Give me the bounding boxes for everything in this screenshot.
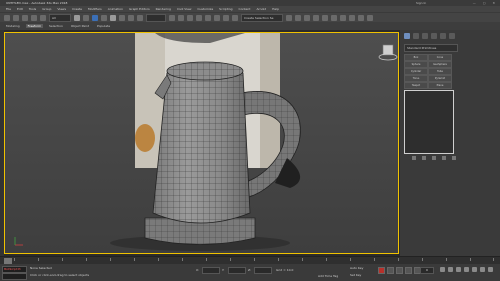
maxscript-listener[interactable]: MAXScript Mi — [2, 266, 27, 273]
material-editor-icon[interactable] — [340, 14, 346, 21]
placement-icon[interactable] — [137, 14, 143, 21]
create-tube-button[interactable]: Tube — [428, 68, 452, 75]
snaps-toggle-icon[interactable] — [196, 14, 202, 21]
maxscript-output[interactable] — [2, 273, 27, 280]
move-icon[interactable] — [110, 14, 116, 21]
create-plane-button[interactable]: Plane — [428, 82, 452, 89]
x-coordinate-field[interactable] — [202, 267, 220, 274]
create-pyramid-button[interactable]: Pyramid — [428, 75, 452, 82]
orbit-icon[interactable] — [480, 267, 485, 272]
panel-preview-area[interactable] — [404, 90, 454, 154]
maximize-viewport-icon[interactable] — [488, 267, 493, 272]
reference-coordinate-dropdown[interactable] — [146, 13, 166, 22]
x-label: X: — [196, 268, 200, 272]
create-geosphere-button[interactable]: GeoSphere — [428, 61, 452, 68]
curve-editor-icon[interactable] — [322, 14, 328, 21]
z-coordinate-field[interactable] — [254, 267, 272, 274]
modify-tab-icon[interactable] — [413, 33, 419, 39]
current-frame-field[interactable]: 0 — [420, 267, 434, 274]
add-time-tag-button[interactable]: Add Time Tag — [318, 274, 338, 278]
previous-frame-icon[interactable] — [396, 267, 403, 274]
angle-snap-icon[interactable] — [205, 14, 211, 21]
set-key-button[interactable]: Set Key — [350, 273, 361, 277]
redo-icon[interactable] — [13, 14, 19, 21]
auto-key-button[interactable]: Auto Key — [350, 266, 363, 270]
ribbon-toggle-icon[interactable] — [313, 14, 319, 21]
tab-freeform[interactable]: Freeform — [25, 24, 44, 28]
go-to-start-icon[interactable] — [387, 267, 394, 274]
spinner-snap-icon[interactable] — [223, 14, 229, 21]
select-by-name-icon[interactable] — [83, 14, 89, 21]
play-icon[interactable] — [405, 267, 412, 274]
object-type-dropdown[interactable]: Standard Primitives — [404, 44, 458, 52]
pin-stack-icon[interactable] — [412, 156, 416, 160]
y-label: Y: — [222, 268, 225, 272]
selection-filter-dropdown[interactable]: All — [49, 13, 71, 22]
zoom-extents-icon[interactable] — [456, 267, 461, 272]
zoom-icon[interactable] — [440, 267, 445, 272]
zoom-all-icon[interactable] — [448, 267, 453, 272]
make-unique-icon[interactable] — [432, 156, 436, 160]
show-end-result-icon[interactable] — [422, 156, 426, 160]
create-cone-button[interactable]: Cone — [428, 54, 452, 61]
schematic-view-icon[interactable] — [331, 14, 337, 21]
mirror-icon[interactable] — [286, 14, 292, 21]
grid-readout: Grid = 10.0 — [276, 268, 294, 272]
pivot-icon[interactable] — [169, 14, 175, 21]
y-coordinate-field[interactable] — [228, 267, 246, 274]
tab-modeling[interactable]: Modeling — [4, 24, 22, 28]
command-panel: Standard Primitives Box Cone Sphere GeoS… — [400, 30, 500, 256]
render-production-icon[interactable] — [367, 14, 373, 21]
remove-modifier-icon[interactable] — [442, 156, 446, 160]
scale-icon[interactable] — [128, 14, 134, 21]
z-label: Z: — [248, 268, 252, 272]
edit-named-selection-icon[interactable] — [232, 14, 238, 21]
rotate-icon[interactable] — [119, 14, 125, 21]
set-key-icon[interactable] — [378, 267, 385, 274]
bind-icon[interactable] — [40, 14, 46, 21]
utilities-tab-icon[interactable] — [449, 33, 455, 39]
status-bar: MAXScript Mi None Selected Click or clic… — [0, 264, 500, 281]
unlink-icon[interactable] — [31, 14, 37, 21]
pan-icon[interactable] — [472, 267, 477, 272]
ribbon-tabs: Modeling Freeform Selection Object Paint… — [0, 22, 500, 30]
tab-object-paint[interactable]: Object Paint — [69, 24, 91, 28]
keyboard-shortcut-icon[interactable] — [187, 14, 193, 21]
display-tab-icon[interactable] — [440, 33, 446, 39]
align-icon[interactable] — [295, 14, 301, 21]
named-selection-set-dropdown[interactable]: Create Selection Se — [241, 13, 283, 22]
main-toolbar: All Create Selection Se — [0, 12, 500, 22]
tab-populate[interactable]: Populate — [95, 24, 112, 28]
create-tab-icon[interactable] — [404, 33, 410, 39]
link-icon[interactable] — [22, 14, 28, 21]
panel-tool-icons — [412, 156, 456, 160]
configure-modifier-icon[interactable] — [452, 156, 456, 160]
create-torus-button[interactable]: Torus — [404, 75, 428, 82]
perspective-viewport[interactable]: [+] [Perspective] [Standard] [Default Sh… — [4, 32, 399, 254]
tab-selection[interactable]: Selection — [47, 24, 65, 28]
command-panel-tabs — [404, 33, 455, 39]
layer-explorer-icon[interactable] — [304, 14, 310, 21]
create-sphere-button[interactable]: Sphere — [404, 61, 428, 68]
rendered-frame-window-icon[interactable] — [358, 14, 364, 21]
select-manipulate-icon[interactable] — [178, 14, 184, 21]
viewport-navigation-controls — [440, 267, 493, 272]
create-box-button[interactable]: Box — [404, 54, 428, 61]
percent-snap-icon[interactable] — [214, 14, 220, 21]
field-of-view-icon[interactable] — [464, 267, 469, 272]
create-teapot-button[interactable]: Teapot — [404, 82, 428, 89]
motion-tab-icon[interactable] — [431, 33, 437, 39]
prompt-line: Click or click-and-drag to select object… — [30, 273, 90, 277]
undo-icon[interactable] — [4, 14, 10, 21]
selection-status: None Selected — [30, 266, 52, 270]
render-setup-icon[interactable] — [349, 14, 355, 21]
create-cylinder-button[interactable]: Cylinder — [404, 68, 428, 75]
viewport-scene — [5, 33, 398, 253]
window-crossing-icon[interactable] — [101, 14, 107, 21]
select-object-icon[interactable] — [74, 14, 80, 21]
hierarchy-tab-icon[interactable] — [422, 33, 428, 39]
rectangular-selection-icon[interactable] — [92, 14, 98, 21]
